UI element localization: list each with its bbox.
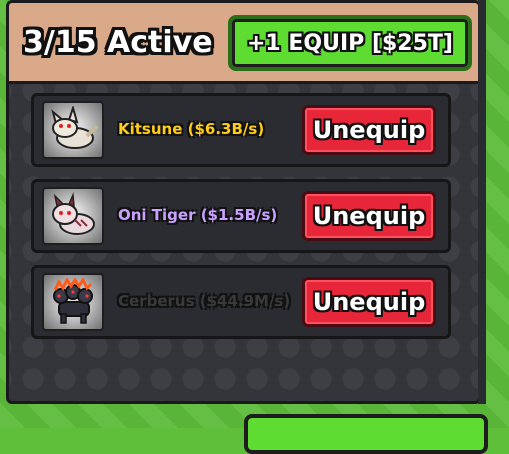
unequip-button[interactable]: Unequip bbox=[302, 105, 436, 155]
pet-list: Kitsune ($6.3B/s) Unequip Oni Tiger ($1.… bbox=[31, 93, 451, 351]
pet-row-kitsune: Kitsune ($6.3B/s) Unequip bbox=[31, 93, 451, 167]
kitsune-icon bbox=[42, 101, 104, 159]
equip-slot-button-label: +1 EQUIP [$25T] bbox=[246, 30, 453, 56]
unequip-button[interactable]: Unequip bbox=[302, 191, 436, 241]
panel-header: 3/15 Active +1 EQUIP [$25T] bbox=[9, 3, 478, 84]
equipped-pets-panel: 3/15 Active +1 EQUIP [$25T] Kitsune ($6.… bbox=[6, 0, 481, 404]
panel-edge bbox=[478, 0, 486, 404]
pet-row-cerberus: Cerberus ($44.9M/s) Unequip bbox=[31, 265, 451, 339]
equip-slot-button[interactable]: +1 EQUIP [$25T] bbox=[228, 15, 472, 71]
pet-row-oni-tiger: Oni Tiger ($1.5B/s) Unequip bbox=[31, 179, 451, 253]
active-count-label: 3/15 Active bbox=[23, 25, 213, 60]
unequip-button-label: Unequip bbox=[312, 288, 426, 316]
unequip-button-label: Unequip bbox=[312, 202, 426, 230]
pet-name-label: Kitsune ($6.3B/s) bbox=[118, 120, 265, 138]
cerberus-icon bbox=[42, 273, 104, 331]
oni-tiger-icon bbox=[42, 187, 104, 245]
pet-name-label: Cerberus ($44.9M/s) bbox=[118, 292, 291, 310]
unequip-button[interactable]: Unequip bbox=[302, 277, 436, 327]
pet-name-label: Oni Tiger ($1.5B/s) bbox=[118, 206, 278, 224]
unequip-button-label: Unequip bbox=[312, 116, 426, 144]
partial-green-button[interactable] bbox=[244, 414, 488, 454]
